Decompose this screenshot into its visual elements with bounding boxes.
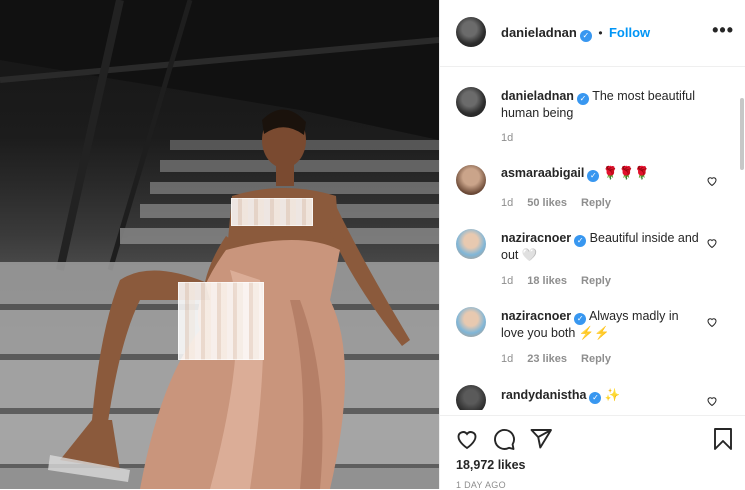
comment-heart-icon[interactable]	[706, 237, 718, 249]
heart-icon[interactable]	[455, 427, 479, 451]
comment-icon[interactable]	[492, 427, 516, 451]
comment-text: naziracnoer ✓ Always madly in love you bo…	[501, 308, 701, 341]
post-actions: 18,972 likes 1 DAY AGO	[440, 415, 745, 490]
blur-overlay	[231, 198, 313, 226]
follow-button[interactable]: Follow	[609, 25, 650, 40]
photo-scene	[0, 0, 439, 489]
comment-likes[interactable]: 23 likes	[527, 353, 567, 365]
caption-username[interactable]: danieladnan	[501, 89, 574, 103]
comment-body: 🌹🌹🌹	[602, 166, 650, 180]
comment-likes[interactable]: 18 likes	[527, 275, 567, 287]
post-sidebar: danieladnan ✓ • Follow ••• danieladnan ✓ T…	[439, 0, 745, 490]
comment-text: asmaraabigail ✓ 🌹🌹🌹	[501, 165, 701, 182]
verified-badge-icon: ✓	[574, 235, 587, 247]
more-options-icon[interactable]: •••	[712, 20, 734, 41]
verified-badge-icon: ✓	[576, 93, 589, 105]
commenter-avatar[interactable]	[456, 229, 486, 259]
comment-text: randydanistha ✓ ✨	[501, 387, 701, 404]
reply-button[interactable]: Reply	[581, 275, 611, 287]
author-username[interactable]: danieladnan	[501, 25, 577, 40]
like-count[interactable]: 18,972 likes	[456, 458, 526, 472]
comment-heart-icon[interactable]	[706, 175, 718, 187]
comment-age: 1d	[501, 275, 514, 287]
comment-meta: 1d 50 likes Reply	[501, 197, 625, 209]
reply-button[interactable]: Reply	[581, 353, 611, 365]
author-line: danieladnan ✓ • Follow	[501, 24, 650, 42]
verified-badge-icon: ✓	[587, 170, 600, 182]
post-header: danieladnan ✓ • Follow •••	[440, 0, 745, 67]
comments-list[interactable]: danieladnan ✓ The most beautiful human be…	[440, 67, 736, 410]
comment-meta: 1d 18 likes Reply	[501, 275, 625, 287]
commenter-avatar[interactable]	[456, 165, 486, 195]
separator-dot: •	[598, 26, 603, 40]
comment-username[interactable]: naziracnoer	[501, 231, 571, 245]
verified-badge-icon: ✓	[579, 30, 592, 42]
comment-heart-icon[interactable]	[706, 316, 718, 328]
caption-age: 1d	[501, 132, 514, 144]
comment-heart-icon[interactable]	[706, 395, 718, 407]
caption-avatar[interactable]	[456, 87, 486, 117]
commenter-avatar[interactable]	[456, 307, 486, 337]
bookmark-icon[interactable]	[711, 427, 735, 451]
reply-button[interactable]: Reply	[581, 197, 611, 209]
verified-badge-icon: ✓	[574, 313, 587, 325]
comment-age: 1d	[501, 353, 514, 365]
comment-username[interactable]: randydanistha	[501, 388, 586, 402]
comment-body: ✨	[604, 388, 621, 402]
commenter-avatar[interactable]	[456, 385, 486, 410]
verified-badge-icon: ✓	[589, 392, 602, 404]
post-photo[interactable]	[0, 0, 439, 489]
comment-username[interactable]: asmaraabigail	[501, 166, 584, 180]
comment-age: 1d	[501, 197, 514, 209]
comment-meta: 1d 23 likes Reply	[501, 353, 625, 365]
author-avatar[interactable]	[456, 17, 486, 47]
comment-text: naziracnoer ✓ Beautiful inside and out 🤍	[501, 230, 701, 263]
comment-likes[interactable]: 50 likes	[527, 197, 567, 209]
comment-username[interactable]: naziracnoer	[501, 309, 571, 323]
comments-scrollbar[interactable]	[740, 98, 744, 170]
blur-overlay	[178, 282, 264, 360]
paper-plane-icon[interactable]	[529, 427, 553, 451]
caption-meta: 1d	[501, 132, 527, 144]
caption-text: danieladnan ✓ The most beautiful human be…	[501, 88, 701, 121]
